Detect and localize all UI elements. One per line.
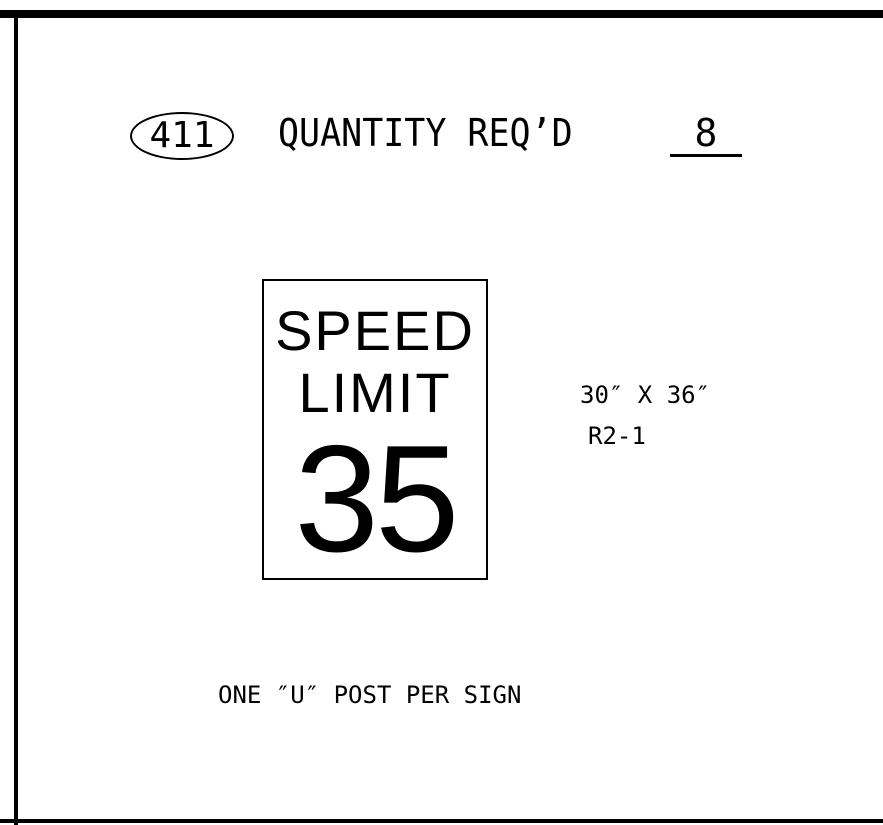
sign-code: R2-1 (588, 422, 646, 450)
speed-limit-sign: SPEED LIMIT 35 (262, 279, 488, 580)
sign-dimensions: 30″ X 36″ (580, 381, 711, 409)
quantity-value: 8 (670, 114, 742, 157)
quantity-label: QUANTITY REQ’D (278, 111, 573, 155)
frame-top-border (0, 10, 883, 18)
item-number-oval: 411 (130, 112, 234, 160)
sign-text-speed: SPEED (275, 299, 475, 362)
sign-speed-number: 35 (294, 414, 459, 584)
sign-text-limit: LIMIT (298, 361, 452, 424)
frame-bottom-border (0, 819, 883, 823)
item-number: 411 (149, 115, 215, 156)
post-note: ONE ″U″ POST PER SIGN (218, 681, 522, 709)
frame-left-border (14, 10, 18, 825)
